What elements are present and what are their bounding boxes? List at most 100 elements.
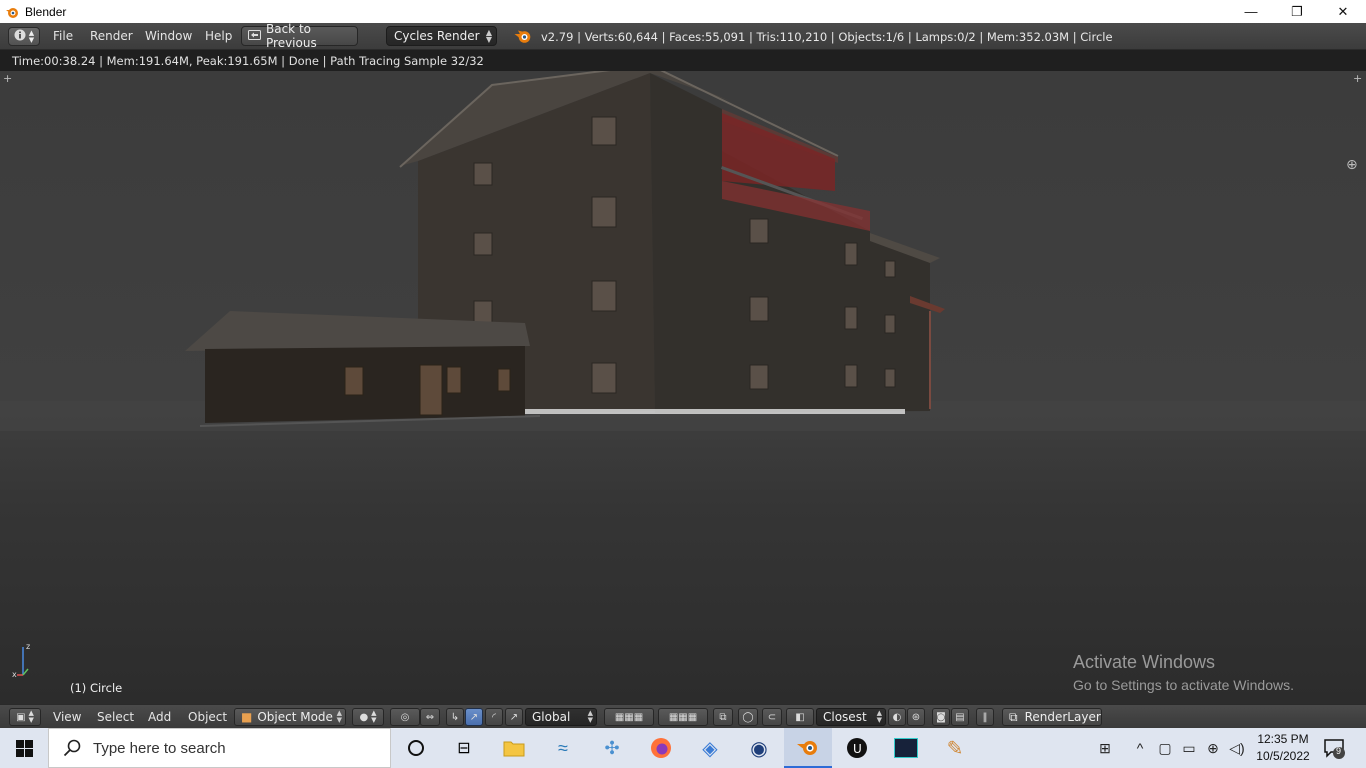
network-button[interactable]: ⊕ <box>1202 728 1224 768</box>
align-rotation-button[interactable]: ◐ <box>888 708 906 726</box>
interaction-mode-select[interactable]: ■ Object Mode ▲ ▼ <box>234 708 346 726</box>
opengl-render-button[interactable]: ◙ <box>932 708 950 726</box>
folder-icon <box>503 741 525 757</box>
snap-target-select[interactable]: Closest ▲ ▼ <box>816 708 886 726</box>
render-layer-select[interactable]: ⧉ RenderLayer <box>1002 708 1102 726</box>
search-icon <box>63 739 81 757</box>
pivot-point-select[interactable]: ◎ <box>390 708 420 726</box>
transform-orientation-value: Global <box>532 710 571 724</box>
menu-view[interactable]: View <box>53 710 81 724</box>
translate-arrow-icon: ↗ <box>469 711 479 723</box>
meet-now-button[interactable]: ▢ <box>1155 728 1175 768</box>
lock-icon: ⧉ <box>719 711 727 723</box>
3d-viewport[interactable]: + + ⊕ x z (1) Circle Activate Windows Go… <box>0 71 1366 704</box>
menu-add[interactable]: Add <box>148 710 171 724</box>
transform-orientation-select[interactable]: Global ▲ ▼ <box>525 708 597 726</box>
windows-logo-icon <box>15 739 33 757</box>
rotate-arc-icon: ◜ <box>492 711 496 723</box>
start-button[interactable] <box>0 728 48 768</box>
volume-button[interactable]: ◁) <box>1226 728 1248 768</box>
editor-type-selector[interactable]: ▲ ▼ <box>8 27 40 46</box>
back-to-previous-button[interactable]: Back to Previous <box>241 22 358 50</box>
search-placeholder: Type here to search <box>93 739 226 757</box>
menu-select[interactable]: Select <box>97 710 134 724</box>
close-button[interactable]: ✕ <box>1320 0 1366 23</box>
manipulator-toggle[interactable]: ⇔ <box>420 708 440 726</box>
pivot-icon: ◎ <box>400 711 410 723</box>
pause-render-button[interactable]: ‖ <box>976 708 994 726</box>
menu-render[interactable]: Render <box>90 29 133 43</box>
show-hidden-icons-button[interactable]: ^ <box>1130 728 1150 768</box>
info-icon <box>14 29 26 44</box>
active-object-label: (1) Circle <box>70 681 123 695</box>
render-layer-value: RenderLayer <box>1024 710 1101 724</box>
viewport-shading-select[interactable]: ● ▲ ▼ <box>352 708 384 726</box>
firefox-button[interactable] <box>637 728 685 768</box>
lock-layers-button[interactable]: ⧉ <box>713 708 733 726</box>
layers-grid-icon: ▦▦▦ <box>668 711 698 723</box>
snap-element-select[interactable]: ◧ <box>786 708 814 726</box>
battery-button[interactable]: ▭ <box>1178 728 1200 768</box>
cortana-circle-icon <box>408 740 424 756</box>
action-center-button[interactable]: 9 <box>1322 736 1346 760</box>
menu-object[interactable]: Object <box>188 710 227 724</box>
widget-toggle[interactable]: ↳ <box>446 708 464 726</box>
magnet-icon: ⊂ <box>767 711 777 723</box>
render-engine-value: Cycles Render <box>394 29 480 43</box>
scale-widget-button[interactable]: ↗ <box>505 708 523 726</box>
speaker-icon: ◁) <box>1229 739 1245 756</box>
area-split-corner-icon[interactable]: + <box>3 73 12 84</box>
snipping-tool-button[interactable]: ✣ <box>588 728 636 768</box>
menu-window[interactable]: Window <box>145 29 192 43</box>
layers-grid-icon: ▦▦▦ <box>614 711 644 723</box>
window-title: Blender <box>25 4 67 19</box>
file-explorer-button[interactable] <box>490 728 538 768</box>
clock-button[interactable]: 12:35 PM 10/5/2022 <box>1252 731 1314 765</box>
render-engine-select[interactable]: Cycles Render ▲ ▼ <box>386 26 497 46</box>
restore-button[interactable]: ❐ <box>1274 0 1320 23</box>
updown-arrows-icon: ▲ ▼ <box>371 709 377 724</box>
menu-file[interactable]: File <box>53 29 73 43</box>
pause-icon: ‖ <box>982 711 988 723</box>
unreal-engine-button[interactable]: U <box>833 728 881 768</box>
minimize-button[interactable]: — <box>1228 0 1274 23</box>
dropdown-arrows-icon: ▲ ▼ <box>876 709 882 724</box>
clapper-icon: ▤ <box>955 711 965 723</box>
cube-editor-icon: ▣ <box>16 711 26 723</box>
scene-layers-2[interactable]: ▦▦▦ <box>658 708 708 726</box>
keyboard-layout-icon: ⊞ <box>1099 739 1111 756</box>
blender-taskbar-button[interactable] <box>784 728 832 768</box>
epic-app-button[interactable] <box>882 728 930 768</box>
cortana-button[interactable] <box>392 728 440 768</box>
scene-layers-1[interactable]: ▦▦▦ <box>604 708 654 726</box>
3d-cursor-icon: ⊕ <box>1346 157 1358 173</box>
task-view-button[interactable]: ⊟ <box>440 728 488 768</box>
proportional-edit-button[interactable]: ◯ <box>738 708 758 726</box>
opengl-animation-button[interactable]: ▤ <box>951 708 969 726</box>
snap-toggle[interactable]: ⊂ <box>762 708 782 726</box>
notification-icon <box>1324 739 1345 759</box>
activate-windows-subtitle: Go to Settings to activate Windows. <box>1073 677 1294 693</box>
taskbar-search-box[interactable]: Type here to search <box>48 728 391 768</box>
media-app-button[interactable]: ◉ <box>735 728 783 768</box>
windows-taskbar: Type here to search ⊟ ≈ ✣ ◈ ◉ U ✎ ⊞ ^ ▢ … <box>0 728 1366 768</box>
screen: Blender — ❐ ✕ ▲ ▼ File Render Window Help… <box>0 0 1366 768</box>
info-header: ▲ ▼ File Render Window Help Back to Previ… <box>0 22 1366 50</box>
diamond-app-icon: ◈ <box>702 737 718 760</box>
axis-widget-icon: ↳ <box>450 711 460 723</box>
rotate-widget-button[interactable]: ◜ <box>485 708 503 726</box>
editor-type-selector-3d[interactable]: ▣ ▲ ▼ <box>9 708 41 726</box>
paint-app-button[interactable]: ✎ <box>931 728 979 768</box>
camera-icon: ◙ <box>936 711 946 723</box>
menu-help[interactable]: Help <box>205 29 232 43</box>
app-diamond-button[interactable]: ◈ <box>686 728 734 768</box>
rendered-building-scene <box>0 71 1366 431</box>
blender-icon <box>797 741 817 755</box>
input-indicator-button[interactable]: ⊞ <box>1090 728 1120 768</box>
mysql-workbench-button[interactable]: ≈ <box>539 728 587 768</box>
area-split-corner-icon[interactable]: + <box>1353 73 1362 84</box>
firefox-icon <box>651 738 671 758</box>
snap-project-button[interactable]: ⊛ <box>907 708 925 726</box>
translate-widget-button[interactable]: ↗ <box>465 708 483 726</box>
dropdown-arrows-icon: ▲ ▼ <box>587 709 593 724</box>
